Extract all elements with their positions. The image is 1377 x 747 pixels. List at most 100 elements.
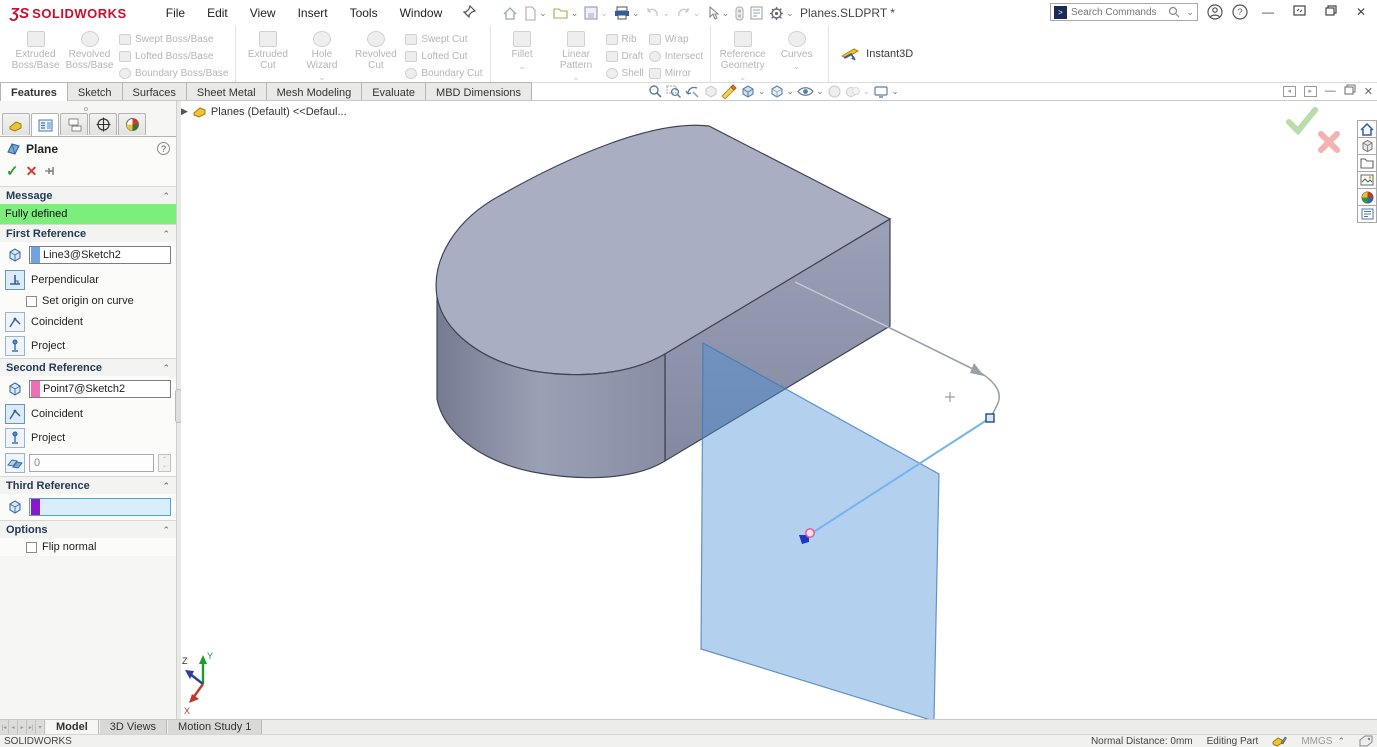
menu-tools[interactable]: Tools [339,2,389,24]
checkbox-icon[interactable] [26,296,37,307]
prev-tab-icon[interactable]: ◂ [9,720,18,734]
first-tab-icon[interactable]: |◂ [0,720,9,734]
third-reference-selection-box[interactable] [29,498,171,516]
first-reference-section-header[interactable]: First Reference⌃ [0,224,176,242]
flip-normal-checkbox[interactable]: Flip normal [0,538,176,556]
tab-evaluate[interactable]: Evaluate [361,82,426,100]
first-reference-selection-box[interactable]: Line3@Sketch2 [29,246,171,264]
next-document-icon[interactable]: ▸ [1304,86,1317,97]
second-reference-selection-box[interactable]: Point7@Sketch2 [29,380,171,398]
confirm-ok-icon[interactable] [1289,110,1315,131]
menu-insert[interactable]: Insert [287,2,339,24]
previous-view-button[interactable] [685,85,700,99]
zoom-to-area-button[interactable] [666,84,682,99]
tab-sheet-metal[interactable]: Sheet Metal [186,82,267,100]
custom-properties-button[interactable] [1357,205,1377,223]
display-style-button[interactable]: ⌄ [769,84,795,99]
tab-motion-study[interactable]: Motion Study 1 [167,720,262,734]
help-button[interactable]: ? [1232,4,1248,20]
confirm-cancel-icon[interactable] [1321,134,1337,150]
third-reference-section-header[interactable]: Third Reference⌃ [0,476,176,494]
intersect-button: Intersect [649,48,703,65]
file-properties-button[interactable] [748,4,765,22]
second-reference-section-header[interactable]: Second Reference⌃ [0,358,176,376]
dimxpertmanager-tab[interactable] [89,113,117,135]
graphics-viewport[interactable]: ▶ Planes (Default) <<Defaul... [181,101,1377,719]
menu-file[interactable]: File [155,2,196,24]
save-button[interactable]: ⌄ [582,4,610,22]
coincident-option-first[interactable]: Coincident [0,310,176,334]
doc-close-button[interactable]: ✕ [1364,85,1373,98]
design-library-button[interactable] [1357,154,1377,172]
checkbox-icon[interactable] [26,542,37,553]
configurationmanager-tab[interactable] [60,113,88,135]
tab-mesh-modeling[interactable]: Mesh Modeling [266,82,363,100]
property-manager-title: Plane [26,142,152,156]
home-button[interactable] [500,4,520,23]
close-button[interactable]: ✕ [1351,5,1371,19]
offset-distance-field[interactable]: 0 [29,454,154,472]
search-input[interactable] [1071,7,1164,18]
project-option-second[interactable]: Project [0,426,176,450]
doc-minimize-button[interactable]: — [1325,85,1336,97]
home-tab-button[interactable] [1357,120,1377,138]
open-file-button[interactable]: ⌄ [551,4,581,22]
units-selector[interactable]: MMGS⌃ [1301,736,1345,747]
tags-icon[interactable] [1359,735,1373,747]
instant3d-button[interactable]: Instant3D [829,26,923,82]
solidworks-resources-button[interactable] [1357,137,1377,155]
zoom-to-fit-button[interactable] [648,84,663,99]
rebuild-button[interactable] [733,4,746,23]
tab-menu-icon[interactable]: ▾ [36,720,45,734]
restore-button[interactable] [1320,5,1342,19]
user-account-button[interactable] [1207,4,1223,20]
previous-document-icon[interactable]: ◂ [1283,86,1296,97]
panel-splitter-dot[interactable] [84,107,88,111]
print-button[interactable]: ⌄ [612,4,642,22]
menu-view[interactable]: View [239,2,287,24]
options-section-header[interactable]: Options⌃ [0,520,176,538]
view-palette-button[interactable] [1357,171,1377,189]
tab-3d-views[interactable]: 3D Views [99,720,167,734]
pin-menu-icon[interactable] [457,3,482,23]
next-tab-icon[interactable]: ▸ [18,720,27,734]
pm-cancel-button[interactable]: ✕ [26,163,38,180]
offset-spinner[interactable]: ⌃⌄ [158,454,171,472]
tab-model[interactable]: Model [45,720,99,734]
menu-window[interactable]: Window [389,2,454,24]
message-section-header[interactable]: Message⌃ [0,186,176,204]
tab-features[interactable]: Features [0,82,68,101]
appearances-scenes-button[interactable] [1357,188,1377,206]
options-gear-button[interactable]: ⌄ [767,4,796,23]
hide-show-items-button[interactable]: ⌄ [797,85,824,98]
tab-mbd-dimensions[interactable]: MBD Dimensions [425,82,532,100]
tree-expand-icon[interactable]: ▶ [181,106,188,117]
set-origin-on-curve-checkbox[interactable]: Set origin on curve [0,292,176,310]
tab-sketch[interactable]: Sketch [67,82,123,100]
project-option-first[interactable]: Project [0,334,176,358]
maximize-button[interactable] [1288,5,1311,19]
displaymanager-tab[interactable] [118,113,146,135]
feature-tree-flyout[interactable]: ▶ Planes (Default) <<Defaul... [181,105,347,118]
new-file-button[interactable]: ⌄ [522,4,549,23]
propertymanager-tab[interactable] [31,113,59,136]
3d-scene[interactable]: Y Z X [181,101,1377,719]
3d-drawing-view-button[interactable] [721,84,737,99]
select-cursor-button[interactable]: ⌄ [705,4,732,22]
search-commands-box[interactable]: > ⌄ [1050,3,1198,21]
view-orientation-button[interactable]: ⌄ [740,84,766,99]
pm-ok-button[interactable]: ✓ [6,162,19,180]
menu-edit[interactable]: Edit [196,2,239,24]
pm-help-icon[interactable]: ? [157,142,170,155]
minimize-button[interactable]: — [1257,5,1279,19]
pm-pin-icon[interactable] [44,165,58,177]
featuremanager-tree-tab[interactable] [2,113,30,135]
perpendicular-option[interactable]: Perpendicular [0,268,176,292]
search-scope-caret-icon[interactable]: ⌄ [1186,7,1194,18]
view-settings-button[interactable]: ⌄ [873,85,899,99]
coincident-option-second[interactable]: Coincident [0,402,176,426]
tab-surfaces[interactable]: Surfaces [122,82,187,100]
last-tab-icon[interactable]: ▸| [27,720,36,734]
reference-plane-preview[interactable] [701,343,939,719]
doc-restore-button[interactable] [1344,84,1356,98]
